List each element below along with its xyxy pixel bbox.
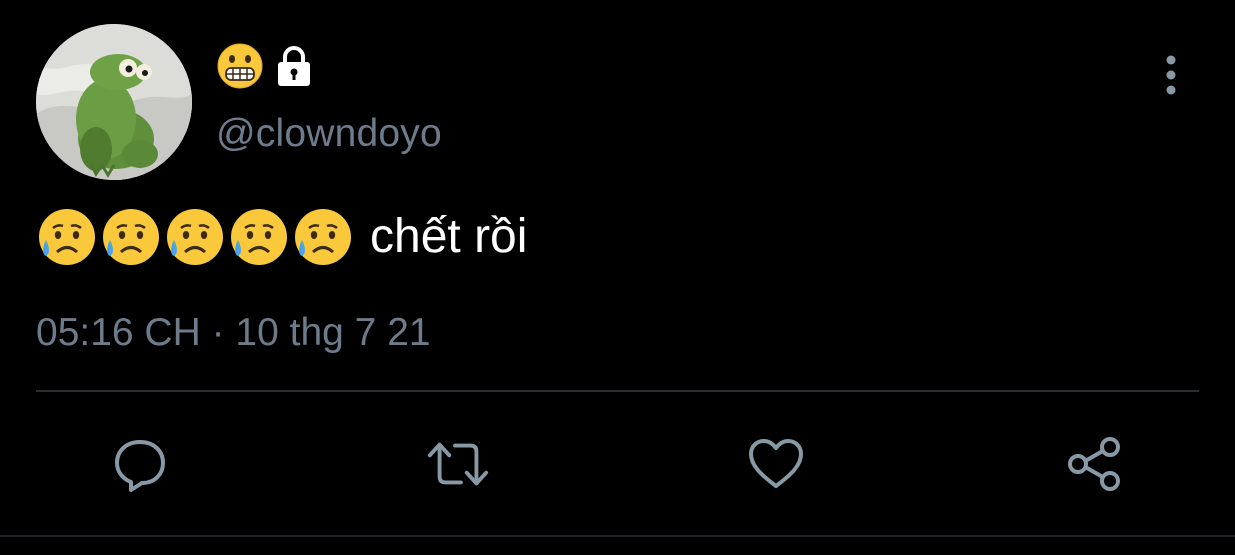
more-vertical-icon [1166, 55, 1176, 95]
tweet-timestamp[interactable]: 05:16 CH · 10 thg 7 21 [36, 307, 431, 359]
bottom-divider [0, 535, 1235, 537]
grimacing-emoji-icon [216, 42, 264, 90]
reply-button[interactable] [108, 432, 172, 496]
like-button[interactable] [744, 432, 808, 496]
heart-icon [749, 439, 803, 488]
retweet-icon [427, 442, 489, 486]
sad-tear-emoji-icon [103, 209, 159, 265]
divider [36, 390, 1199, 392]
tweet-text: chết rồi [370, 210, 528, 263]
sad-tear-emoji-icon [295, 209, 351, 265]
tweet-body: chết rồi [36, 205, 527, 269]
emoji-group [36, 206, 354, 268]
avatar[interactable] [36, 24, 192, 180]
more-options-button[interactable] [1150, 50, 1192, 100]
sad-tear-emoji-icon [39, 209, 95, 265]
reply-icon [115, 440, 165, 492]
avatar-kermit-image [36, 24, 192, 180]
user-handle[interactable]: @clowndoyo [216, 108, 442, 160]
display-name[interactable] [216, 40, 316, 92]
retweet-button[interactable] [426, 432, 490, 496]
sad-tear-emoji-icon [167, 209, 223, 265]
share-icon [1068, 437, 1120, 491]
share-button[interactable] [1062, 432, 1126, 496]
sad-tear-emoji-icon [231, 209, 287, 265]
lock-icon [272, 44, 316, 88]
